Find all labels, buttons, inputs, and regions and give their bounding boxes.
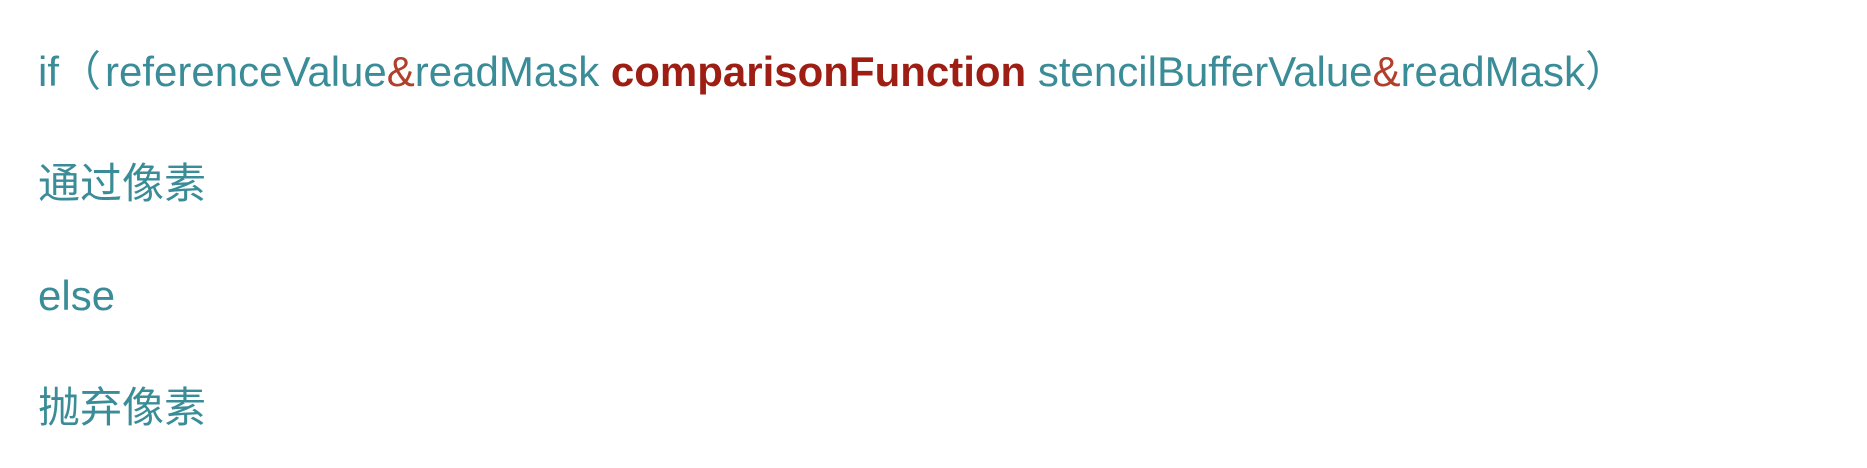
else-line: else bbox=[38, 272, 116, 319]
bitwise-and-operator: & bbox=[386, 48, 415, 95]
read-mask: readMask bbox=[414, 48, 600, 95]
stencil-buffer-value: stencilBufferValue bbox=[1037, 48, 1373, 95]
stencil-test-pseudocode: if（referenceValue&readMask comparisonFun… bbox=[38, 36, 1867, 444]
if-condition-line: if（referenceValue&readMask comparisonFun… bbox=[38, 36, 1867, 108]
discard-pixel-line: 抛弃像素 bbox=[38, 384, 207, 431]
pass-pixel-line: 通过像素 bbox=[38, 160, 207, 207]
close-paren: ） bbox=[1584, 48, 1627, 95]
read-mask-2: readMask bbox=[1400, 48, 1585, 95]
reference-value: referenceValue bbox=[105, 48, 387, 95]
if-keyword: if bbox=[38, 48, 59, 95]
open-paren: （ bbox=[59, 48, 102, 95]
comparison-function: comparisonFunction bbox=[610, 48, 1027, 95]
bitwise-and-operator-2: & bbox=[1372, 48, 1401, 95]
